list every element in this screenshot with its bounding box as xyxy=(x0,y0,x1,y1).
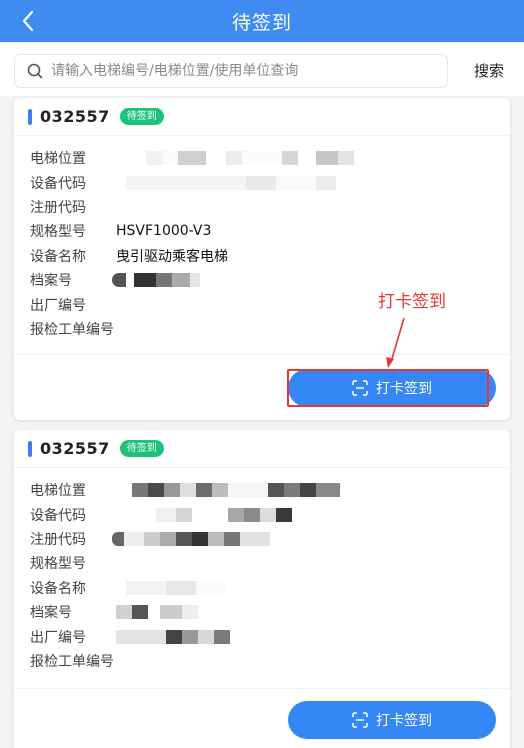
page-title: 待签到 xyxy=(231,11,292,34)
app-header: 待签到 xyxy=(0,0,524,42)
divider xyxy=(14,354,510,355)
field-label: 注册代码 xyxy=(30,531,86,548)
field-row: 电梯位置 xyxy=(30,146,510,170)
field-row: 注册代码 xyxy=(30,195,510,219)
search-box[interactable] xyxy=(14,54,448,88)
redacted-value xyxy=(156,507,292,522)
elevator-code: 032557 xyxy=(40,107,110,126)
accent-bar xyxy=(28,108,32,125)
redacted-value xyxy=(116,629,230,644)
field-row: 设备代码 xyxy=(30,502,510,526)
annotation-label: 打卡签到 xyxy=(378,292,446,312)
field-label: 注册代码 xyxy=(30,199,86,216)
search-button[interactable]: 搜索 xyxy=(474,60,504,81)
field-label: 设备代码 xyxy=(30,175,86,192)
status-badge: 待签到 xyxy=(119,108,164,125)
field-row: 出厂编号 xyxy=(30,624,510,648)
field-row: 报检工单编号 xyxy=(30,649,510,673)
field-label: 设备名称 xyxy=(30,580,86,597)
check-in-label: 打卡签到 xyxy=(376,713,432,729)
field-value: HSVF1000-V3 xyxy=(116,223,212,240)
chevron-left-icon xyxy=(22,10,34,32)
status-badge: 待签到 xyxy=(119,440,164,457)
field-row: 设备名称 曳引驱动乘客电梯 xyxy=(30,244,510,268)
field-row: 设备名称 xyxy=(30,576,510,600)
field-label: 设备代码 xyxy=(30,507,86,524)
field-label: 报检工单编号 xyxy=(30,321,114,338)
field-row: 电梯位置 xyxy=(30,478,510,502)
field-label: 规格型号 xyxy=(30,224,86,241)
field-label: 电梯位置 xyxy=(30,151,86,168)
redacted-value xyxy=(126,580,226,595)
field-list: 电梯位置 设备代码 注册代码 规格型号 设备名称 档案号 出厂编号 报检工单编号 xyxy=(14,468,510,673)
field-label: 出厂编号 xyxy=(30,629,86,646)
redacted-value xyxy=(126,175,336,190)
field-value: 曳引驱动乘客电梯 xyxy=(116,248,228,265)
search-icon xyxy=(27,63,43,79)
redacted-value xyxy=(132,483,340,498)
field-label: 档案号 xyxy=(30,273,72,290)
field-row: 规格型号 xyxy=(30,551,510,575)
field-row: 设备代码 xyxy=(30,170,510,194)
accent-bar xyxy=(28,440,32,457)
field-label: 电梯位置 xyxy=(30,483,86,500)
annotation-highlight-box xyxy=(287,369,489,407)
redacted-value xyxy=(112,531,270,546)
search-bar: 搜索 xyxy=(0,42,524,96)
check-in-button[interactable]: 打卡签到 xyxy=(288,701,496,739)
redacted-value xyxy=(116,605,198,620)
card-header: 032557 待签到 xyxy=(14,98,510,136)
search-input[interactable] xyxy=(51,57,447,85)
field-label: 设备名称 xyxy=(30,248,86,265)
field-label: 档案号 xyxy=(30,605,72,622)
field-row: 报检工单编号 xyxy=(30,317,510,341)
field-label: 规格型号 xyxy=(30,556,86,573)
divider xyxy=(14,688,510,689)
redacted-value xyxy=(146,151,354,166)
field-row: 规格型号 HSVF1000-V3 xyxy=(30,219,510,243)
field-row: 注册代码 xyxy=(30,527,510,551)
scan-icon xyxy=(352,712,368,728)
elevator-card: 032557 待签到 电梯位置 设备代码 注册代码 规格型号 设备名称 档案号 … xyxy=(14,430,510,748)
back-button[interactable] xyxy=(10,0,46,42)
field-label: 出厂编号 xyxy=(30,297,86,314)
redacted-value xyxy=(112,273,200,288)
field-label: 报检工单编号 xyxy=(30,653,114,670)
card-header: 032557 待签到 xyxy=(14,430,510,468)
field-row: 档案号 xyxy=(30,600,510,624)
elevator-code: 032557 xyxy=(40,439,110,458)
